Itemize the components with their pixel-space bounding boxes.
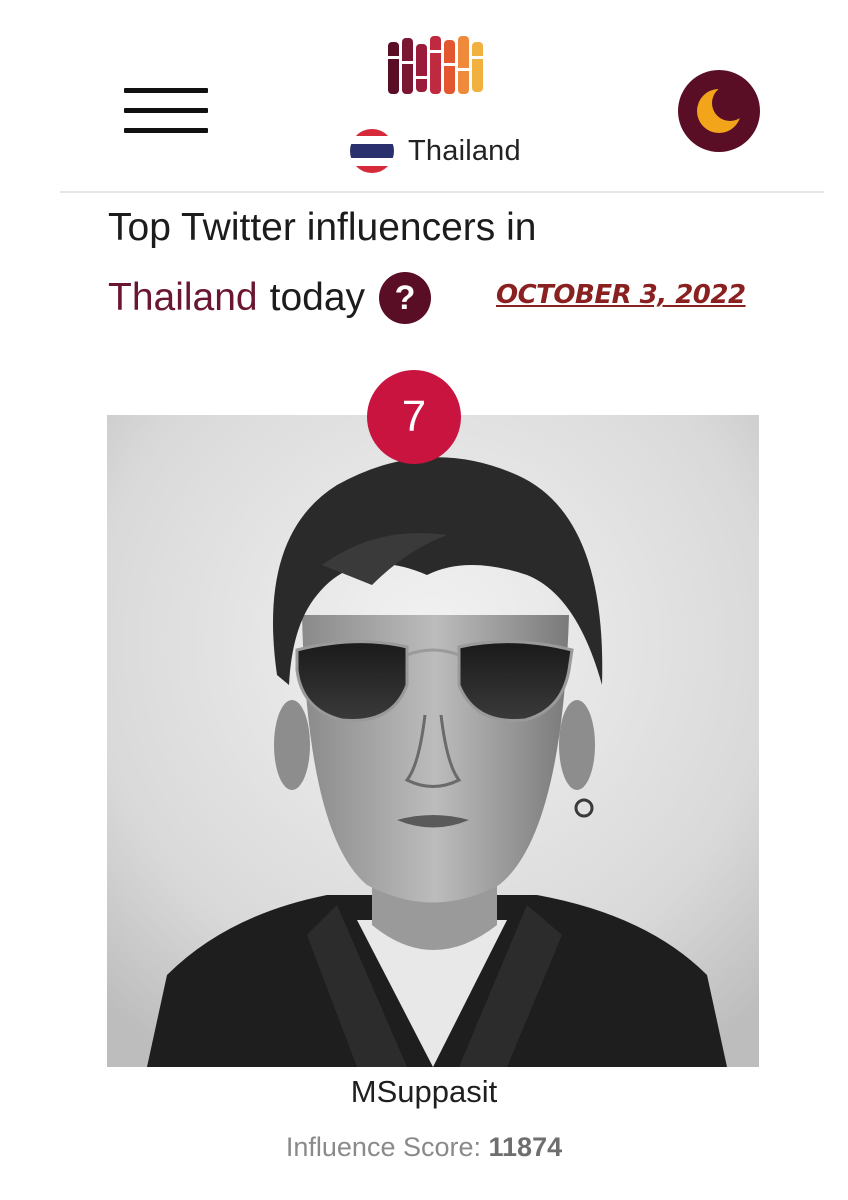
logo-bar-notch (430, 50, 441, 53)
country-label: Thailand (408, 134, 521, 167)
portrait-image (107, 415, 759, 1067)
help-symbol: ? (394, 278, 416, 317)
logo-bar (416, 44, 427, 92)
thailand-flag-icon (350, 129, 394, 173)
logo-bar-notch (458, 68, 469, 71)
logo-bar-notch (388, 56, 399, 59)
logo-bar-notch (472, 56, 483, 59)
score-label: Influence Score: (285, 1132, 481, 1162)
influencer-username[interactable]: MSuppasit (0, 1074, 848, 1110)
header-divider (60, 191, 824, 193)
score-value: 11874 (488, 1132, 563, 1162)
moon-icon (697, 85, 748, 133)
page-title-line1: Top Twitter influencers in (108, 206, 537, 249)
logo-bar-notch (416, 76, 427, 79)
question-mark-icon[interactable]: ? (379, 272, 432, 324)
page-title-line2: Thailand today ? (108, 272, 432, 324)
date-link[interactable]: OCTOBER 3, 2022 (496, 280, 746, 310)
hamburger-menu-icon[interactable] (124, 86, 208, 134)
logo-bar (472, 42, 483, 92)
logo-bar-notch (402, 61, 413, 64)
site-logo-bars-icon[interactable] (388, 36, 490, 96)
logo-bar (402, 38, 413, 94)
rank-badge: 7 (367, 370, 461, 464)
logo-bar (388, 42, 399, 94)
logo-bar (458, 36, 469, 94)
logo-bar-notch (444, 63, 455, 66)
influence-score: Influence Score: 11874 (0, 1132, 848, 1163)
site-header: Thailand (0, 0, 848, 192)
influencer-photo[interactable] (107, 415, 759, 1067)
logo-bar (444, 40, 455, 94)
influencer-card (107, 415, 759, 1067)
title-suffix: today (269, 276, 366, 319)
theme-toggle-button[interactable] (678, 70, 760, 152)
country-selector[interactable]: Thailand (350, 128, 521, 174)
logo-bar (430, 36, 441, 94)
title-country: Thailand (108, 276, 258, 319)
